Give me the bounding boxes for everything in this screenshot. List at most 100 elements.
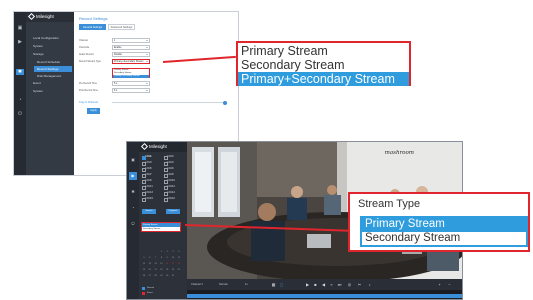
callout-option-primary[interactable]: Primary Stream — [362, 218, 526, 232]
logout-icon[interactable]: ⏻ — [16, 111, 24, 117]
calendar-day[interactable]: 25 — [177, 268, 181, 272]
stream-type-select[interactable]: Primary+Secondary Stream — [112, 59, 150, 64]
camera-item[interactable]: CAM12 — [164, 185, 184, 190]
camera-item[interactable]: CAM4 — [164, 161, 184, 166]
camera-item[interactable]: CAM7 — [142, 173, 162, 178]
calendar-day[interactable]: 28 — [154, 274, 158, 278]
timeline[interactable] — [187, 290, 462, 299]
stream-option-secondary[interactable]: Secondary Stream — [142, 227, 180, 231]
camera-item[interactable]: CAM8 — [164, 173, 184, 178]
calendar-day[interactable]: 12 — [142, 262, 146, 266]
calendar-day[interactable]: 1 — [159, 250, 163, 254]
clip-icon[interactable]: ✂ — [357, 282, 362, 287]
calendar-day[interactable]: 7 — [154, 256, 158, 260]
step-icon[interactable]: ⏭ — [337, 282, 342, 287]
menu-item-storage[interactable]: Storage — [30, 51, 72, 57]
menu-item-local-configuration[interactable]: Local Configuration — [30, 35, 72, 41]
zoom-in-icon[interactable]: + — [437, 282, 442, 287]
copy-to-label[interactable]: Copy to Channels — [79, 100, 98, 105]
camera-item[interactable]: CAM9 — [142, 179, 162, 184]
playback-button[interactable]: Playback — [166, 209, 180, 214]
status-icon[interactable]: ◔ — [129, 204, 137, 212]
preview-icon[interactable]: ▣ — [129, 156, 137, 164]
logout-icon[interactable]: ⏻ — [129, 220, 137, 228]
channel-select[interactable]: 1 — [112, 38, 150, 43]
zoom-out-icon[interactable]: − — [447, 282, 452, 287]
dropdown-option-selected[interactable]: Primary+Secondary Stream — [113, 75, 149, 78]
calendar-day[interactable]: 22 — [159, 268, 163, 272]
tab-general-settings[interactable]: General Settings — [79, 24, 106, 30]
copy-to-knob[interactable] — [223, 100, 227, 105]
fast-forward-icon[interactable]: » — [329, 282, 334, 287]
calendar-day[interactable]: 23 — [165, 268, 169, 272]
camera-item[interactable]: CAM10 — [164, 179, 184, 184]
camera-item[interactable]: CAM2 — [164, 155, 184, 160]
calendar-day[interactable]: 14 — [154, 262, 158, 266]
calendar-day[interactable]: 15 — [159, 262, 163, 266]
calendar-day[interactable]: 11 — [177, 256, 181, 260]
brand-logo: Milesight — [26, 12, 74, 22]
calendar-day[interactable]: 31 — [171, 274, 175, 278]
stop-icon[interactable]: ■ — [313, 282, 318, 287]
preview-icon[interactable]: ▣ — [16, 25, 24, 31]
play-icon[interactable]: ▶ — [305, 282, 310, 287]
audio-select[interactable]: Disable — [112, 52, 150, 57]
calendar-day[interactable]: 16 — [165, 262, 169, 266]
calendar-day[interactable]: 18 — [177, 262, 181, 266]
snapshot-icon[interactable]: ◎ — [347, 282, 352, 287]
zoom-option-primary[interactable]: Primary Stream — [238, 44, 409, 58]
apply-button[interactable]: Apply — [87, 108, 100, 114]
menu-item-record-settings[interactable]: Record Settings — [34, 66, 72, 72]
overwrite-select[interactable]: Enable — [112, 45, 150, 50]
calendar-day[interactable]: 19 — [142, 268, 146, 272]
calendar-day[interactable]: 30 — [165, 274, 169, 278]
menu-item-system[interactable]: System — [30, 43, 72, 49]
search-button[interactable]: Search — [142, 209, 156, 214]
camera-item[interactable]: CAM16 — [164, 197, 184, 202]
menu-item-system-2[interactable]: System — [30, 88, 72, 94]
calendar-day[interactable]: 8 — [159, 256, 163, 260]
calendar-day[interactable]: 4 — [177, 250, 181, 254]
stream-type-callout: Stream Type Primary Stream Secondary Str… — [348, 192, 530, 252]
audio-icon[interactable]: ♪ — [367, 282, 372, 287]
camera-item[interactable]: CAM15 — [142, 197, 162, 202]
calendar-day[interactable]: 20 — [148, 268, 152, 272]
status-icon[interactable]: ◔ — [16, 97, 24, 103]
menu-item-event[interactable]: Event — [30, 80, 72, 86]
playback-icon[interactable]: ▶ — [16, 39, 24, 45]
calendar-day[interactable]: 13 — [148, 262, 152, 266]
camera-item[interactable]: CAM14 — [164, 191, 184, 196]
calendar-day[interactable]: 17 — [171, 262, 175, 266]
camera-item[interactable]: CAM3 — [142, 161, 162, 166]
camera-item[interactable]: CAM5 — [142, 167, 162, 172]
calendar-day[interactable]: 24 — [171, 268, 175, 272]
calendar-day[interactable]: 29 — [159, 274, 163, 278]
camera-item[interactable]: CAM11 — [142, 185, 162, 190]
rewind-icon[interactable]: ◀ — [321, 282, 326, 287]
camera-item[interactable]: CAM6 — [164, 167, 184, 172]
camera-item[interactable]: CAM1 — [142, 155, 162, 160]
grid-icon[interactable]: ▦ — [271, 282, 276, 287]
calendar-day[interactable]: 9 — [165, 256, 169, 260]
calendar-day[interactable]: 2 — [165, 250, 169, 254]
camera-item[interactable]: CAM13 — [142, 191, 162, 196]
calendar-day[interactable]: 21 — [154, 268, 158, 272]
calendar-day[interactable]: 27 — [148, 274, 152, 278]
calendar-day[interactable]: 5 — [142, 256, 146, 260]
settings-icon[interactable]: ✱ — [16, 69, 24, 75]
tab-advanced-settings[interactable]: Advanced Settings — [108, 24, 135, 30]
zoom-option-primary-secondary[interactable]: Primary+Secondary Stream — [238, 72, 409, 86]
menu-item-disk-management[interactable]: Disk Management — [34, 73, 72, 79]
calendar-day[interactable]: 10 — [171, 256, 175, 260]
fullscreen-icon[interactable]: ◻ — [279, 282, 284, 287]
pre-record-select[interactable]: 5 s — [112, 81, 150, 86]
post-record-select[interactable]: 5 s — [112, 88, 150, 93]
calendar-day[interactable]: 3 — [171, 250, 175, 254]
calendar-day[interactable]: 26 — [142, 274, 146, 278]
playback-icon[interactable]: ▶ — [129, 172, 137, 180]
calendar-day[interactable]: 6 — [148, 256, 152, 260]
zoom-option-secondary[interactable]: Secondary Stream — [238, 58, 409, 72]
settings-icon[interactable]: ✱ — [129, 188, 137, 196]
menu-item-record-schedule[interactable]: Record Schedule — [34, 59, 72, 65]
callout-option-secondary[interactable]: Secondary Stream — [362, 232, 526, 246]
